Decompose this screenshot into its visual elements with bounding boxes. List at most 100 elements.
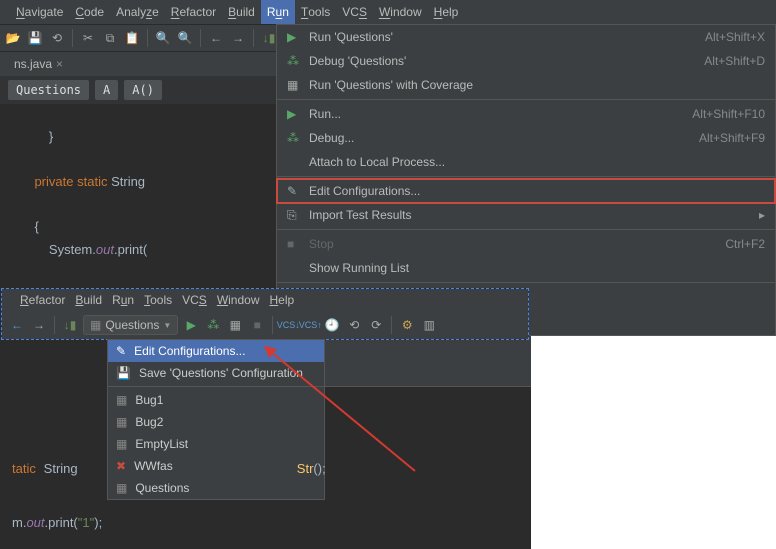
diff-icon[interactable]: ⟳: [367, 316, 385, 334]
separator: [277, 176, 775, 177]
breadcrumb-class[interactable]: Questions: [8, 80, 89, 100]
menu-show-running-list[interactable]: Show Running List: [277, 256, 775, 280]
submenu-arrow-icon: ▸: [759, 208, 765, 222]
edit-icon: ✎: [287, 184, 305, 198]
ov-menu-run[interactable]: Run: [112, 293, 134, 307]
save-icon[interactable]: 💾: [26, 29, 44, 47]
coverage-icon: ▦: [287, 78, 305, 92]
separator: [272, 316, 273, 334]
save-icon: ⎘: [287, 208, 305, 223]
app-icon: ▦: [90, 318, 101, 332]
overlay-code: tatic String Str();: [12, 461, 326, 477]
dd-label: Save 'Questions' Configuration: [139, 366, 303, 380]
debug-button[interactable]: ⁂: [204, 316, 222, 334]
menu-import-test-results[interactable]: ⎘ Import Test Results ▸: [277, 203, 775, 227]
coverage-button[interactable]: ▦: [226, 316, 244, 334]
menu-tools[interactable]: Tools: [295, 0, 336, 24]
forward-icon[interactable]: →: [30, 316, 48, 334]
dd-label: Bug1: [135, 393, 163, 407]
menu-run[interactable]: Run: [261, 0, 295, 24]
menu-refactor[interactable]: Refactor: [165, 0, 222, 24]
menu-run-questions[interactable]: ▶ Run 'Questions' Alt+Shift+X: [277, 25, 775, 49]
back-icon[interactable]: ←: [8, 316, 26, 334]
vcs-update-icon[interactable]: VCS↓: [279, 316, 297, 334]
make-icon[interactable]: ↓▮: [61, 316, 79, 334]
separator: [147, 29, 148, 47]
ov-menu-build[interactable]: Build: [75, 293, 102, 307]
copy-icon[interactable]: ⧉: [101, 29, 119, 47]
dd-label: Edit Configurations...: [134, 344, 245, 358]
ov-menu-window[interactable]: Window: [217, 293, 260, 307]
settings-icon[interactable]: ⚙: [398, 316, 416, 334]
bug-icon: ⁂: [287, 54, 305, 68]
find-icon[interactable]: 🔍: [154, 29, 172, 47]
run-config-selector[interactable]: ▦ Questions ▼: [83, 315, 178, 335]
dd-edit-configurations[interactable]: ✎ Edit Configurations...: [108, 340, 324, 362]
white-background: [531, 336, 776, 549]
run-button[interactable]: ▶: [182, 316, 200, 334]
menu-help[interactable]: Help: [428, 0, 465, 24]
menu-build[interactable]: Build: [222, 0, 261, 24]
separator: [108, 386, 324, 387]
sync-icon[interactable]: ⟲: [48, 29, 66, 47]
ov-menu-refactor[interactable]: Refactor: [20, 293, 65, 307]
ov-menu-tools[interactable]: Tools: [144, 293, 172, 307]
save-icon: 💾: [116, 366, 131, 380]
overlay-toolbar: ← → ↓▮ ▦ Questions ▼ ▶ ⁂ ▦ ■ VCS↓ VCS↑ 🕘…: [2, 311, 528, 339]
separator: [277, 282, 775, 283]
play-icon: ▶: [287, 30, 305, 44]
back-icon[interactable]: ←: [207, 29, 225, 47]
app-icon: ▦: [116, 415, 127, 429]
menu-navigate[interactable]: Navigate: [10, 0, 69, 24]
app-icon: ▦: [116, 481, 127, 495]
second-window-overlay: Refactor Build Run Tools VCS Window Help…: [1, 288, 529, 340]
replace-icon[interactable]: 🔍: [176, 29, 194, 47]
menu-stop: ■ Stop Ctrl+F2: [277, 232, 775, 256]
tab-label: ns.java: [14, 57, 52, 71]
menu-analyze[interactable]: Analyze: [110, 0, 165, 24]
chevron-down-icon: ▼: [163, 321, 171, 330]
close-icon[interactable]: ×: [56, 57, 63, 71]
dd-item-bug2[interactable]: ▦ Bug2: [108, 411, 324, 433]
cut-icon[interactable]: ✂: [79, 29, 97, 47]
ov-menu-vcs[interactable]: VCS: [182, 293, 207, 307]
paste-icon[interactable]: 📋: [123, 29, 141, 47]
separator: [391, 316, 392, 334]
menu-edit-configurations[interactable]: ✎ Edit Configurations...: [277, 179, 775, 203]
menu-debug-questions[interactable]: ⁂ Debug 'Questions' Alt+Shift+D: [277, 49, 775, 73]
open-icon[interactable]: 📂: [4, 29, 22, 47]
ov-menu-help[interactable]: Help: [270, 293, 295, 307]
structure-icon[interactable]: ▥: [420, 316, 438, 334]
breadcrumb-method[interactable]: A(): [124, 80, 162, 100]
menu-run-coverage[interactable]: ▦ Run 'Questions' with Coverage: [277, 73, 775, 97]
ide-window: Navigate Code Analyze Refactor Build Run…: [0, 0, 776, 549]
forward-icon[interactable]: →: [229, 29, 247, 47]
dd-item-bug1[interactable]: ▦ Bug1: [108, 389, 324, 411]
code-editor[interactable]: } private static String { System.out.pri…: [20, 104, 147, 284]
menu-code[interactable]: Code: [69, 0, 110, 24]
main-menubar: Navigate Code Analyze Refactor Build Run…: [0, 0, 776, 24]
menu-run-dots[interactable]: ▶ Run... Alt+Shift+F10: [277, 102, 775, 126]
run-config-label: Questions: [105, 318, 159, 332]
breadcrumb-inner[interactable]: A: [95, 80, 118, 100]
menu-window[interactable]: Window: [373, 0, 428, 24]
menu-debug-dots[interactable]: ⁂ Debug... Alt+Shift+F9: [277, 126, 775, 150]
dd-save-configuration[interactable]: 💾 Save 'Questions' Configuration: [108, 362, 324, 384]
tab-file[interactable]: ns.java ×: [6, 55, 71, 73]
dd-item-emptylist[interactable]: ▦ EmptyList: [108, 433, 324, 455]
separator: [54, 316, 55, 334]
separator: [200, 29, 201, 47]
overlay-code2: m.out.print("1");: [12, 515, 102, 531]
separator: [253, 29, 254, 47]
dd-item-questions[interactable]: ▦ Questions: [108, 477, 324, 499]
app-icon: ▦: [116, 437, 127, 451]
app-icon: ▦: [116, 393, 127, 407]
vcs-commit-icon[interactable]: VCS↑: [301, 316, 319, 334]
revert-icon[interactable]: ⟲: [345, 316, 363, 334]
separator: [277, 229, 775, 230]
menu-attach-process[interactable]: Attach to Local Process...: [277, 150, 775, 174]
separator: [277, 99, 775, 100]
menu-vcs[interactable]: VCS: [336, 0, 373, 24]
history-icon[interactable]: 🕘: [323, 316, 341, 334]
separator: [72, 29, 73, 47]
